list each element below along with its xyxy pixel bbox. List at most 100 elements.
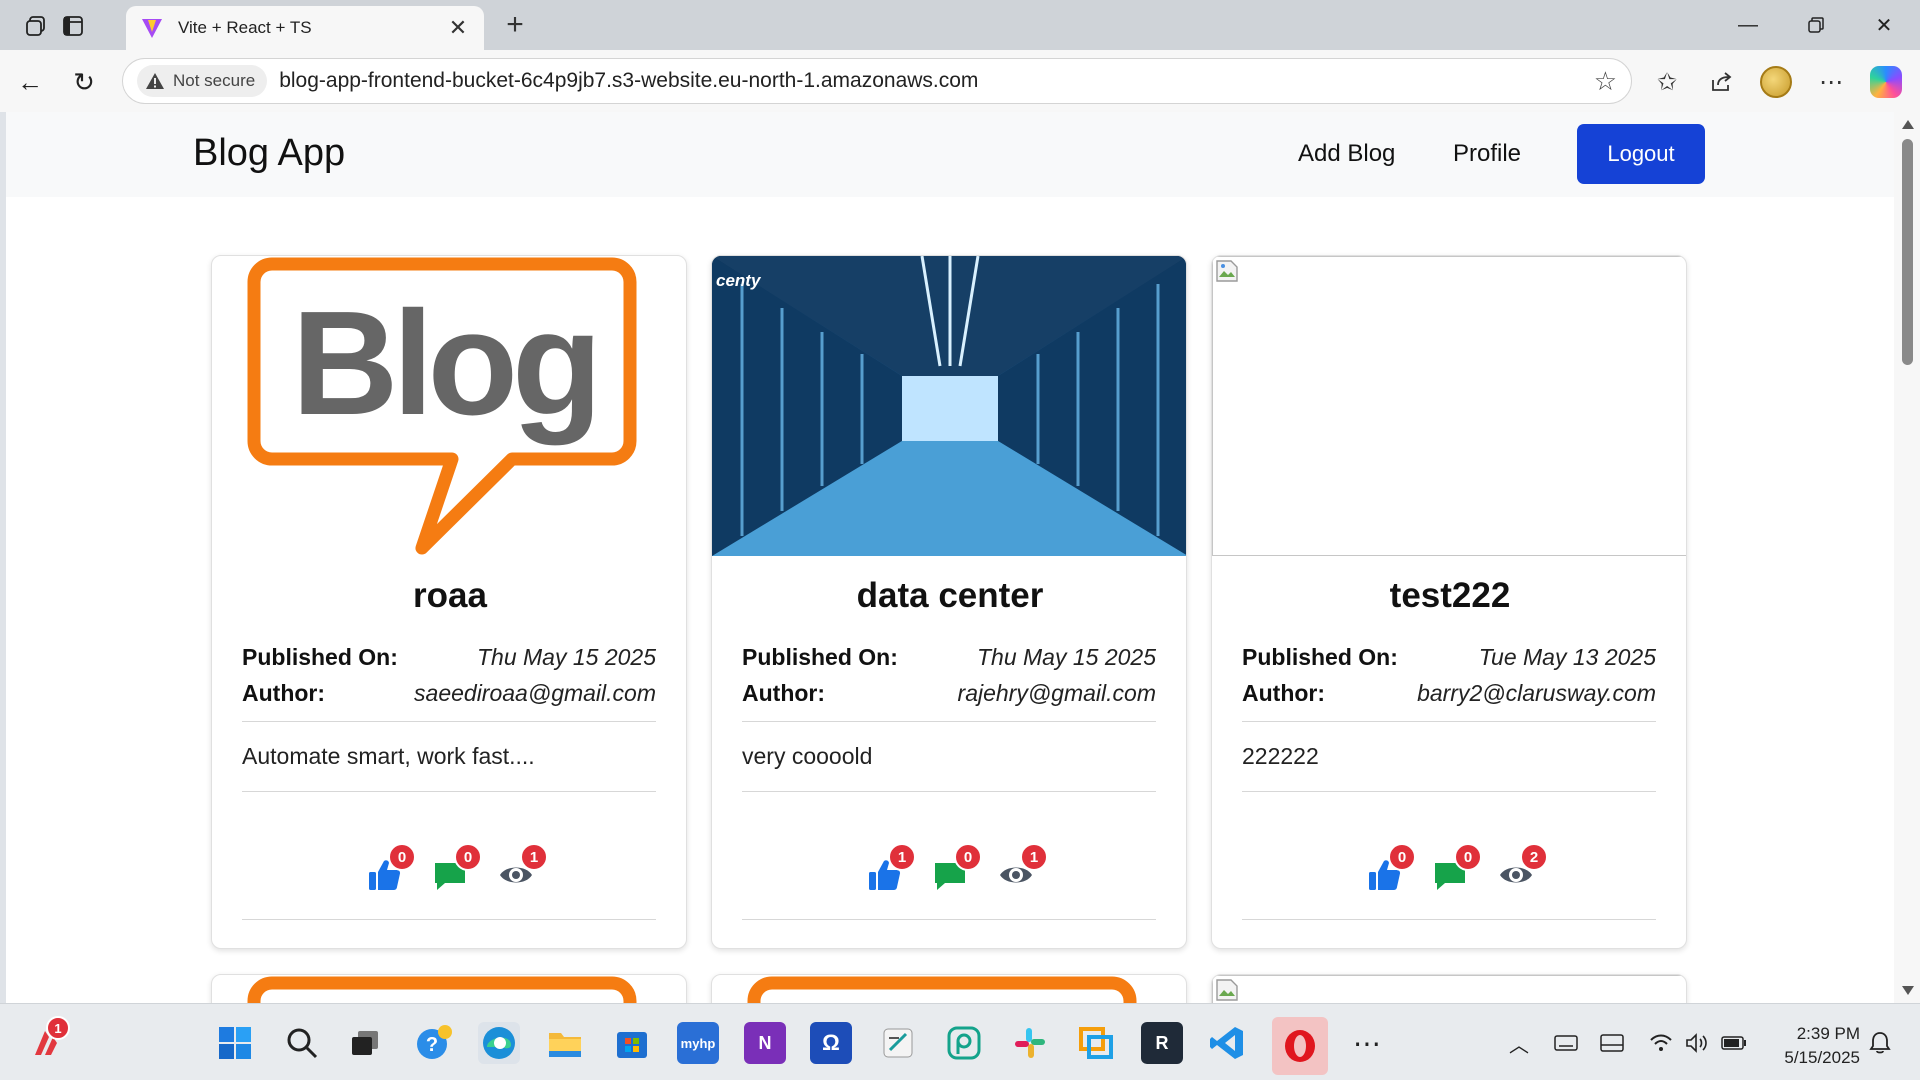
comment-button[interactable]: 0 — [1432, 843, 1482, 893]
active-tab[interactable]: Vite + React + TS ✕ — [126, 6, 484, 50]
like-button[interactable]: 1 — [866, 843, 916, 893]
notes-icon[interactable] — [877, 1022, 919, 1064]
vscode-icon[interactable] — [1206, 1022, 1248, 1064]
scrollbar-thumb[interactable] — [1902, 139, 1913, 365]
share-icon[interactable] — [1704, 64, 1740, 100]
battery-icon[interactable] — [1720, 1030, 1748, 1056]
tab-title: Vite + React + TS — [178, 18, 312, 37]
author-label: Author: — [1242, 679, 1326, 706]
blog-card-partial[interactable] — [211, 974, 687, 1003]
page-scrollbar[interactable] — [1894, 112, 1920, 1003]
blog-card[interactable]: centy data center Published On: Thu May … — [711, 255, 1187, 949]
copilot-icon[interactable] — [1868, 64, 1904, 100]
workspaces-icon[interactable] — [20, 10, 52, 42]
like-button[interactable]: 0 — [366, 843, 416, 893]
security-indicator[interactable]: Not secure — [137, 65, 268, 97]
back-arrow-icon[interactable]: ← — [10, 62, 50, 102]
profile-link[interactable]: Profile — [1453, 140, 1521, 168]
blog-title[interactable]: test222 — [1212, 576, 1686, 616]
published-row: Published On: Tue May 13 2025 — [1242, 639, 1656, 675]
refresh-icon[interactable]: ↻ — [64, 62, 104, 102]
blog-logo-image — [747, 976, 1137, 1003]
vite-icon — [142, 19, 162, 38]
view-count: 2 — [1498, 843, 1548, 893]
picsart-icon[interactable] — [943, 1022, 985, 1064]
notification-badge: 1 — [46, 1016, 70, 1040]
new-tab-button[interactable]: + — [496, 6, 534, 44]
blog-actions: 1 0 1 — [712, 841, 1186, 901]
published-label: Published On: — [742, 643, 898, 670]
published-row: Published On: Thu May 15 2025 — [242, 639, 656, 675]
more-options-icon[interactable]: ⋯ — [1813, 64, 1849, 100]
scroll-up-arrow-icon[interactable] — [1902, 120, 1914, 129]
blog-content: 222222 — [1242, 743, 1319, 769]
blog-card-partial[interactable] — [1211, 974, 1687, 1003]
address-bar[interactable]: Not secure blog-app-frontend-bucket-6c4p… — [122, 58, 1632, 104]
restore-icon[interactable] — [1789, 8, 1843, 42]
rstudio-icon[interactable]: R — [1141, 1022, 1183, 1064]
logout-button[interactable]: Logout — [1577, 124, 1705, 184]
more-apps-icon[interactable]: ⋯ — [1346, 1022, 1388, 1064]
windows-start-icon[interactable] — [214, 1022, 256, 1064]
blog-content: very coooold — [742, 743, 873, 769]
opera-icon[interactable] — [1272, 1017, 1328, 1075]
file-explorer-icon[interactable] — [544, 1022, 586, 1064]
divider — [1242, 791, 1656, 792]
system-clock[interactable]: 2:39 PM 5/15/2025 — [1760, 1022, 1860, 1070]
vmware-icon[interactable] — [1075, 1022, 1117, 1064]
notification-app-icon[interactable]: 1 — [24, 1016, 70, 1064]
microsoft-store-icon[interactable] — [611, 1022, 653, 1064]
profile-avatar[interactable] — [1758, 64, 1794, 100]
author-label: Author: — [742, 679, 826, 706]
onenote-icon[interactable]: N — [744, 1022, 786, 1064]
favorites-icon[interactable]: ✩ — [1649, 64, 1685, 100]
blog-title[interactable]: data center — [712, 576, 1186, 616]
published-date: Thu May 15 2025 — [476, 643, 656, 670]
blog-card[interactable]: Blog roaa Published On: Thu May 15 2025 … — [211, 255, 687, 949]
divider — [742, 721, 1156, 722]
blog-title[interactable]: roaa — [212, 576, 686, 616]
keyboard-icon[interactable] — [1552, 1030, 1580, 1056]
broken-image — [1212, 256, 1686, 556]
warning-icon — [146, 73, 164, 89]
task-view-icon[interactable] — [344, 1022, 386, 1064]
comment-button[interactable]: 0 — [432, 843, 482, 893]
blog-card-partial[interactable] — [711, 974, 1187, 1003]
slack-icon[interactable] — [1009, 1022, 1051, 1064]
divider — [742, 919, 1156, 920]
published-row: Published On: Thu May 15 2025 — [742, 639, 1156, 675]
myhp-icon[interactable]: myhp — [677, 1022, 719, 1064]
published-label: Published On: — [1242, 643, 1398, 670]
add-blog-link[interactable]: Add Blog — [1298, 140, 1395, 168]
help-icon[interactable]: ? — [414, 1022, 456, 1064]
show-hidden-icons-chevron-icon[interactable]: ︿ — [1505, 1030, 1533, 1057]
wifi-icon[interactable] — [1647, 1030, 1675, 1056]
divider — [1242, 919, 1656, 920]
search-icon[interactable] — [281, 1022, 323, 1064]
like-count-badge: 0 — [388, 843, 416, 871]
volume-icon[interactable] — [1683, 1030, 1711, 1056]
scroll-down-arrow-icon[interactable] — [1902, 986, 1914, 995]
view-count: 1 — [498, 843, 548, 893]
display-icon[interactable] — [1598, 1030, 1626, 1056]
author-email: rajehry@gmail.com — [957, 679, 1156, 706]
close-window-icon[interactable]: ✕ — [1857, 8, 1911, 42]
edge-browser-icon[interactable] — [478, 1022, 520, 1064]
broken-image-icon — [1216, 260, 1238, 282]
view-count-badge: 2 — [1520, 843, 1548, 871]
comment-button[interactable]: 0 — [932, 843, 982, 893]
like-button[interactable]: 0 — [1366, 843, 1416, 893]
url-text[interactable]: blog-app-frontend-bucket-6c4p9jb7.s3-web… — [279, 69, 1593, 93]
minimize-icon[interactable]: — — [1721, 8, 1775, 42]
divider — [1242, 721, 1656, 722]
qt-app-icon[interactable]: Ω — [810, 1022, 852, 1064]
divider — [242, 721, 656, 722]
favorite-star-icon[interactable]: ☆ — [1594, 66, 1617, 97]
notification-center-icon[interactable] — [1866, 1030, 1894, 1056]
blog-card[interactable]: test222 Published On: Tue May 13 2025 Au… — [1211, 255, 1687, 949]
author-label: Author: — [242, 679, 326, 706]
close-tab-icon[interactable]: ✕ — [446, 15, 470, 41]
tab-actions-icon[interactable] — [57, 10, 89, 42]
blog-content: Automate smart, work fast.... — [242, 743, 535, 769]
brand-title[interactable]: Blog App — [193, 132, 345, 175]
